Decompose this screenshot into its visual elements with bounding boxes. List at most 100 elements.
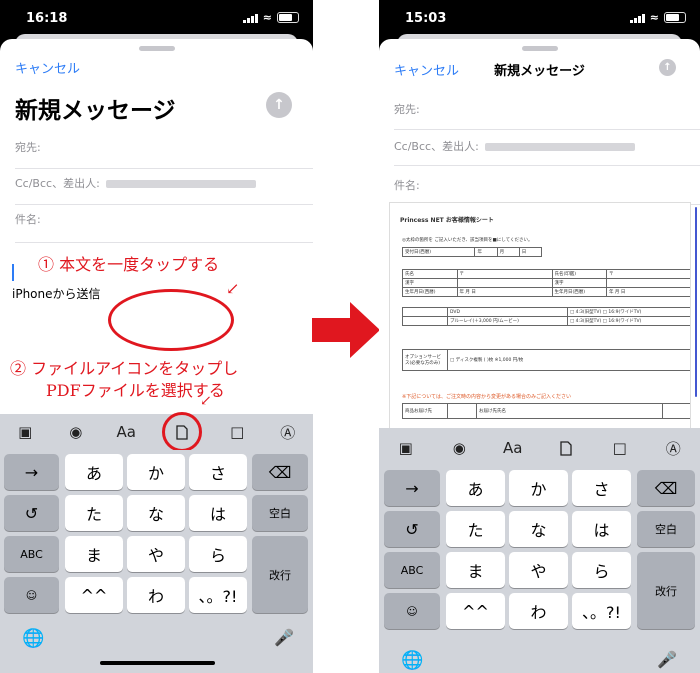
camera-icon[interactable]: ◉ <box>61 419 91 445</box>
key-sa[interactable]: さ <box>189 454 247 490</box>
pdf-cell: 月 <box>496 247 520 257</box>
status-bar: 16:18 ≈ <box>0 0 313 36</box>
key-a[interactable]: あ <box>446 470 505 506</box>
markup-icon[interactable]: Ⓐ <box>658 435 688 461</box>
photo-icon[interactable]: ▣ <box>391 435 421 461</box>
cc-field[interactable]: Cc/Bcc、差出人: <box>394 138 700 166</box>
cancel-button[interactable]: キャンセル <box>15 58 80 77</box>
annotation-step2-line2: PDFファイルを選択する <box>46 381 225 400</box>
message-body[interactable]: iPhoneから送信 <box>12 285 101 302</box>
key-ya[interactable]: や <box>509 552 568 588</box>
return-key[interactable]: 改行 <box>637 552 695 629</box>
key-punctuation[interactable]: 、。?! <box>189 577 247 613</box>
key-ma[interactable]: ま <box>65 536 123 572</box>
key-ra[interactable]: ら <box>189 536 247 572</box>
key-ma[interactable]: ま <box>446 552 505 588</box>
key-arrow[interactable]: → <box>4 454 59 490</box>
scan-icon[interactable]: □ <box>605 435 635 461</box>
key-na[interactable]: な <box>509 511 568 547</box>
camera-icon[interactable]: ◉ <box>444 435 474 461</box>
send-button[interactable]: ↑ <box>266 92 292 118</box>
pdf-cell: 年 月 日 <box>456 287 553 297</box>
backspace-key[interactable]: ⌫ <box>637 470 695 506</box>
globe-icon[interactable]: 🌐 <box>401 650 423 671</box>
key-punctuation[interactable]: 、。?! <box>572 593 631 629</box>
scan-icon[interactable]: □ <box>222 419 252 445</box>
key-a[interactable]: あ <box>65 454 123 490</box>
pdf-cell: □ 4:3(旧型TV) □ 16:9(ワイドTV) <box>566 316 690 326</box>
key-sa[interactable]: さ <box>572 470 631 506</box>
status-time: 15:03 <box>405 11 447 26</box>
subject-field[interactable]: 件名: <box>15 211 313 243</box>
pdf-product-table: DVD □ 4:3(旧型TV) □ 16:9(ワイドTV) ブルーレイ(＋3,00… <box>402 307 690 326</box>
mic-icon[interactable]: 🎤 <box>274 628 294 647</box>
markup-icon[interactable]: Ⓐ <box>273 419 303 445</box>
pdf-footer-note: ※下記については、ご注文時の内容から変更がある場合のみご記入ください <box>402 394 571 400</box>
pdf-cell: ブルーレイ(＋3,000 円/ムービー) <box>447 316 568 326</box>
wifi-icon: ≈ <box>649 11 659 24</box>
key-ta[interactable]: た <box>65 495 123 531</box>
scrollbar[interactable] <box>695 207 697 397</box>
pdf-cell: 日 <box>518 247 543 257</box>
pdf-cell: 氏名 <box>402 269 458 279</box>
backspace-key[interactable]: ⌫ <box>252 454 308 490</box>
subject-field[interactable]: 件名: <box>394 177 700 205</box>
key-abc[interactable]: ABC <box>384 552 440 588</box>
return-key[interactable]: 改行 <box>252 536 308 613</box>
emoji-key[interactable]: ☺ <box>4 577 59 613</box>
pdf-cell: 〒 <box>456 269 553 279</box>
space-key[interactable]: 空白 <box>637 511 695 547</box>
battery-icon <box>277 12 299 23</box>
key-wa[interactable]: わ <box>127 577 185 613</box>
key-kaomoji[interactable]: ^^ <box>65 577 123 613</box>
pdf-cell: 漢字 <box>402 278 458 288</box>
pdf-cell <box>402 307 448 317</box>
key-undo[interactable]: ↺ <box>4 495 59 531</box>
home-indicator[interactable] <box>100 661 215 665</box>
key-arrow[interactable]: → <box>384 470 440 506</box>
cc-field[interactable]: Cc/Bcc、差出人: <box>15 175 313 205</box>
attachment-toolbar: ▣ ◉ Aa □ Ⓐ <box>379 428 700 468</box>
globe-icon[interactable]: 🌐 <box>22 628 44 649</box>
text-format-button[interactable]: Aa <box>111 419 141 445</box>
status-bar: 15:03 ≈ <box>379 0 700 36</box>
text-cursor <box>12 264 14 281</box>
pdf-cell <box>606 278 690 288</box>
send-button[interactable]: ↑ <box>659 59 676 76</box>
emoji-key[interactable]: ☺ <box>384 593 440 629</box>
text-format-button[interactable]: Aa <box>498 435 528 461</box>
cc-label: Cc/Bcc、差出人: <box>394 140 479 153</box>
key-wa[interactable]: わ <box>509 593 568 629</box>
key-ta[interactable]: た <box>446 511 505 547</box>
file-icon[interactable] <box>161 412 202 452</box>
sheet-grabber[interactable] <box>521 46 558 51</box>
key-ha[interactable]: は <box>189 495 247 531</box>
sheet-grabber[interactable] <box>138 46 175 51</box>
pdf-cell: 生年月日(西暦) <box>551 287 607 297</box>
pdf-date-table: 受付日(西暦) 年月日 <box>401 247 543 257</box>
to-field[interactable]: 宛先: <box>15 139 313 169</box>
file-icon[interactable] <box>551 435 581 461</box>
key-ha[interactable]: は <box>572 511 631 547</box>
mic-icon[interactable]: 🎤 <box>657 650 677 669</box>
space-key[interactable]: 空白 <box>252 495 308 531</box>
keyboard: → あ か さ ⌫ ↺ た な は 空白 ABC ま や ら 改行 ☺ ^^ わ… <box>0 450 313 673</box>
annotation-arrow-2: ↙ <box>200 393 212 409</box>
to-field[interactable]: 宛先: <box>394 101 700 130</box>
key-ka[interactable]: か <box>509 470 568 506</box>
status-icons: ≈ <box>629 11 686 24</box>
pdf-attachment-preview[interactable]: Princess NET お客様情報シート ◎太枠の箇所を ご記入いただき、該当… <box>389 202 691 430</box>
key-kaomoji[interactable]: ^^ <box>446 593 505 629</box>
subject-label: 件名: <box>394 179 420 192</box>
page-title: 新規メッセージ <box>15 98 176 124</box>
key-abc[interactable]: ABC <box>4 536 59 572</box>
keyboard: → あ か さ ⌫ ↺ た な は 空白 ABC ま や ら 改行 ☺ ^^ わ… <box>379 468 700 673</box>
photo-icon[interactable]: ▣ <box>10 419 40 445</box>
key-ka[interactable]: か <box>127 454 185 490</box>
key-ra[interactable]: ら <box>572 552 631 588</box>
signal-icon <box>242 13 258 23</box>
key-ya[interactable]: や <box>127 536 185 572</box>
key-undo[interactable]: ↺ <box>384 511 440 547</box>
key-na[interactable]: な <box>127 495 185 531</box>
annotation-step2-line1: ② ファイルアイコンをタップし <box>10 359 239 378</box>
